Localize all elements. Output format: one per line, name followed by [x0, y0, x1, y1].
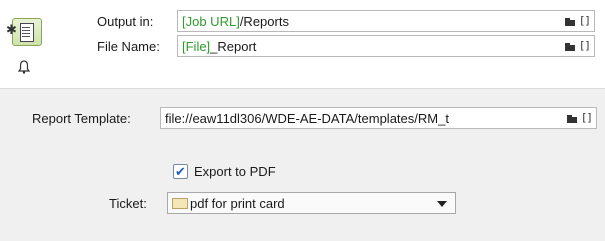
- file-name-field[interactable]: [File] _Report []: [177, 35, 595, 57]
- bell-icon[interactable]: [18, 60, 30, 74]
- output-variable: [Job URL]: [182, 13, 240, 29]
- report-settings-panel: Report Template: file://eaw11dl306/WDE-A…: [0, 88, 605, 241]
- output-path: /Reports: [239, 13, 289, 29]
- report-template-label: Report Template:: [32, 111, 131, 126]
- folder-icon[interactable]: [564, 18, 575, 26]
- report-template-field[interactable]: file://eaw11dl306/WDE-AE-DATA/templates/…: [160, 107, 597, 129]
- chevron-down-icon[interactable]: [437, 201, 447, 207]
- report-template-value: file://eaw11dl306/WDE-AE-DATA/templates/…: [165, 110, 449, 126]
- variable-brackets-icon[interactable]: []: [581, 111, 593, 124]
- ticket-selected-value: pdf for print card: [190, 195, 285, 211]
- asterisk-icon: ✱: [6, 22, 17, 37]
- variable-brackets-icon[interactable]: []: [579, 39, 591, 52]
- export-pdf-label[interactable]: Export to PDF: [194, 164, 276, 179]
- file-name-label: File Name:: [97, 39, 160, 54]
- folder-icon[interactable]: [566, 115, 577, 123]
- report-node-icon: ✱: [6, 18, 42, 46]
- file-name-variable: [File]: [182, 38, 211, 54]
- export-pdf-checkbox[interactable]: ✔: [173, 164, 188, 179]
- output-label: Output in:: [97, 14, 154, 29]
- file-name-suffix: _Report: [210, 38, 257, 54]
- output-field[interactable]: [Job URL]/Reports []: [177, 10, 595, 32]
- node-header: ✱ Output in: [Job URL]/Reports [] File N…: [0, 0, 605, 86]
- checkmark-icon: ✔: [175, 164, 186, 179]
- ticket-select[interactable]: pdf for print card: [167, 192, 456, 214]
- variable-brackets-icon[interactable]: []: [579, 14, 591, 27]
- ticket-label: Ticket:: [109, 196, 147, 211]
- folder-icon[interactable]: [564, 43, 575, 51]
- ticket-icon: [172, 197, 188, 209]
